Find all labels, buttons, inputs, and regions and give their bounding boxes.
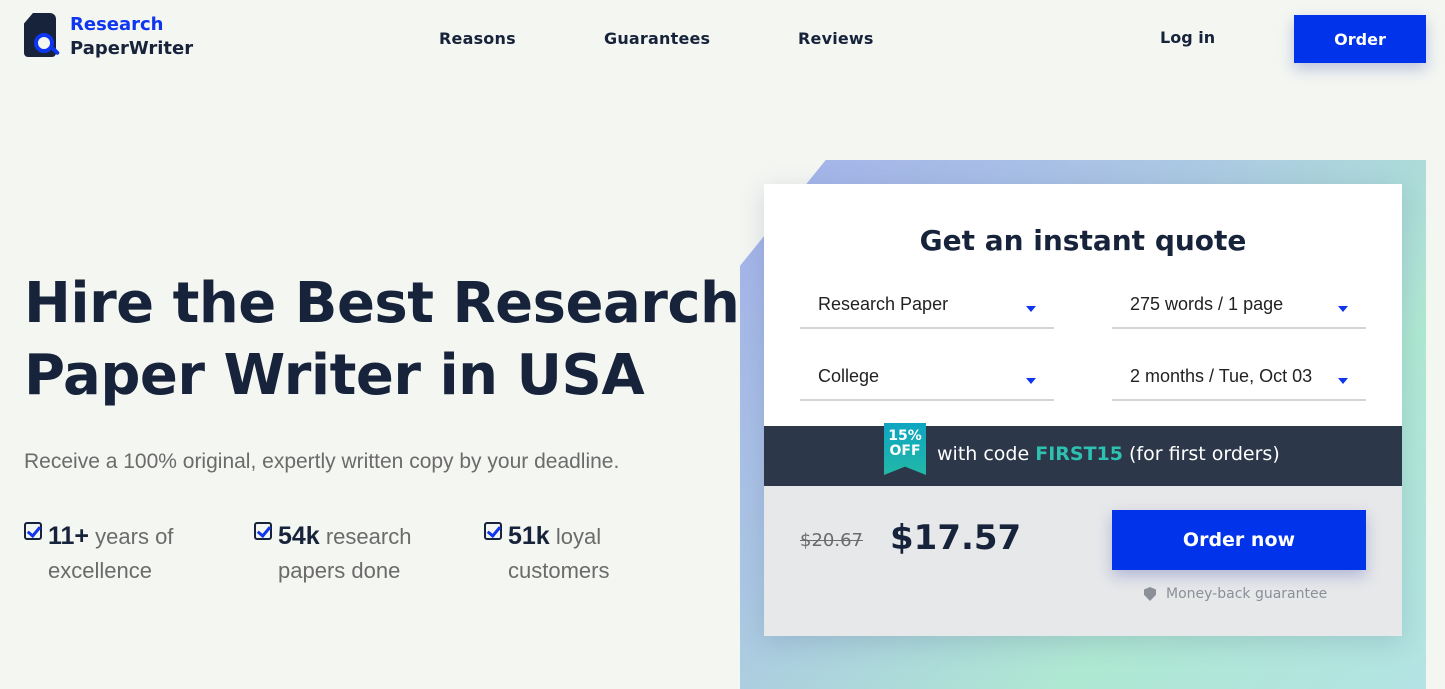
caret-down-icon bbox=[1338, 306, 1348, 312]
caret-down-icon bbox=[1338, 378, 1348, 384]
old-price: $20.67 bbox=[800, 530, 863, 551]
nav-reasons[interactable]: Reasons bbox=[439, 29, 516, 48]
nav-guarantees[interactable]: Guarantees bbox=[604, 29, 710, 48]
checkbox-icon bbox=[24, 522, 42, 540]
promo-code: FIRST15 bbox=[1035, 443, 1123, 465]
stat-years: 11+ years of excellence bbox=[24, 519, 204, 588]
logo-text-paperwriter: PaperWriter bbox=[70, 38, 194, 59]
select-value: Research Paper bbox=[818, 294, 949, 314]
quote-card: Get an instant quote Research Paper 275 … bbox=[764, 184, 1402, 636]
promo-text-before: with code bbox=[937, 443, 1036, 465]
ribbon-percent: 15% bbox=[888, 428, 922, 444]
money-back-guarantee: Money-back guarantee bbox=[1144, 586, 1327, 602]
shield-check-icon bbox=[1144, 587, 1156, 601]
select-value: College bbox=[818, 366, 880, 386]
discount-ribbon-icon: 15% OFF bbox=[884, 423, 926, 475]
checkbox-icon bbox=[254, 522, 272, 540]
promo-banner: 15% OFF with code FIRST15 (for first ord… bbox=[764, 423, 1402, 486]
length-select[interactable]: 275 words / 1 page bbox=[1112, 284, 1366, 329]
ribbon-off: OFF bbox=[889, 443, 921, 459]
stat-number: 11+ bbox=[48, 522, 90, 550]
stat-number: 51k bbox=[508, 522, 550, 550]
order-now-button[interactable]: Order now bbox=[1112, 510, 1366, 570]
guarantee-label: Money-back guarantee bbox=[1166, 586, 1328, 602]
stat-papers: 54k research papers done bbox=[254, 519, 444, 588]
quote-title: Get an instant quote bbox=[919, 224, 1247, 257]
stat-number: 54k bbox=[278, 522, 320, 550]
academic-level-select[interactable]: College bbox=[800, 356, 1054, 401]
order-button[interactable]: Order bbox=[1294, 15, 1426, 63]
hero-title: Hire the Best Research Paper Writer in U… bbox=[24, 271, 740, 408]
promo-text: with code FIRST15 (for first orders) bbox=[937, 443, 1280, 465]
paper-type-select[interactable]: Research Paper bbox=[800, 284, 1054, 329]
logo-text-research: Research bbox=[70, 14, 164, 35]
logo[interactable]: Research PaperWriter bbox=[24, 13, 193, 61]
caret-down-icon bbox=[1026, 306, 1036, 312]
caret-down-icon bbox=[1026, 378, 1036, 384]
stat-customers: 51k loyal customers bbox=[484, 519, 644, 588]
select-value: 275 words / 1 page bbox=[1130, 294, 1284, 314]
select-value: 2 months / Tue, Oct 03 bbox=[1130, 366, 1313, 386]
new-price: $17.57 bbox=[890, 518, 1022, 558]
deadline-select[interactable]: 2 months / Tue, Oct 03 bbox=[1112, 356, 1366, 401]
nav-reviews[interactable]: Reviews bbox=[798, 29, 874, 48]
promo-text-after: (for first orders) bbox=[1122, 443, 1280, 465]
login-link[interactable]: Log in bbox=[1160, 28, 1215, 47]
price-area: $20.67 $17.57 Order now Money-back guara… bbox=[764, 486, 1402, 636]
hero-subtitle: Receive a 100% original, expertly writte… bbox=[24, 450, 620, 473]
checkbox-icon bbox=[484, 522, 502, 540]
magnifier-document-icon bbox=[24, 13, 64, 61]
